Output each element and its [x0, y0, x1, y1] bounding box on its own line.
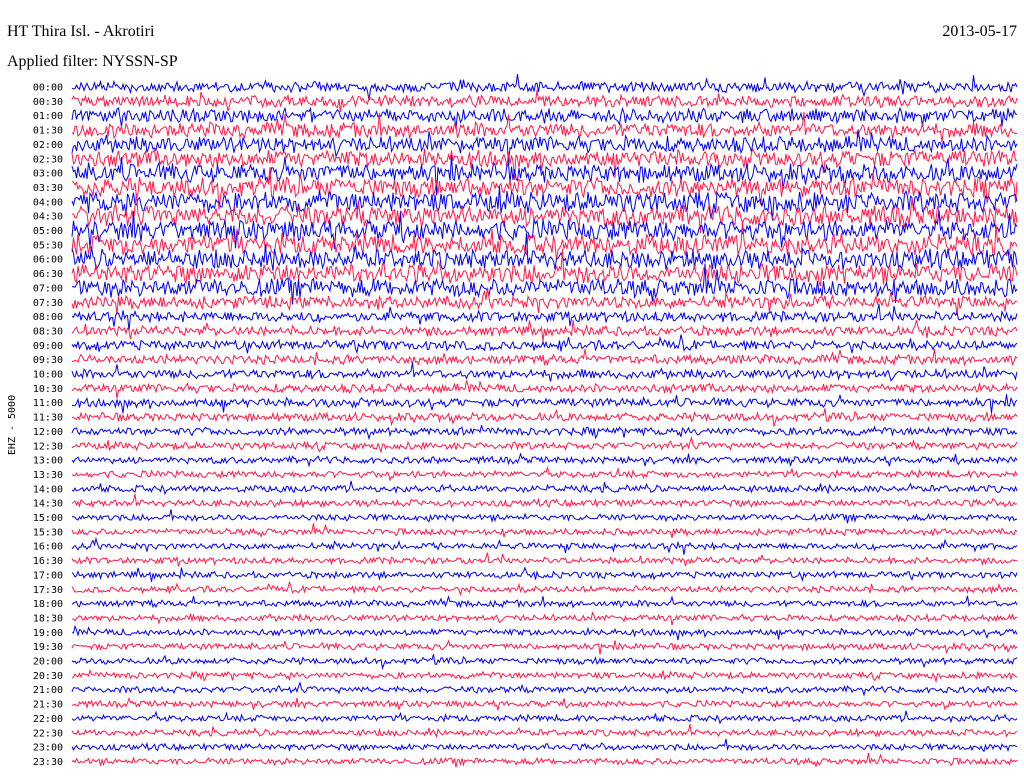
- trace-line: [71, 394, 1018, 414]
- time-tick-label: 15:00: [33, 513, 63, 524]
- trace-line: [71, 319, 1018, 342]
- time-tick-labels: 00:00 00:30 01:00 01:30 02:00 02:30 03:00 03:30…: [33, 83, 63, 768]
- time-tick-label: 19:30: [33, 642, 63, 653]
- time-tick-label: 05:00: [33, 226, 63, 237]
- trace-line: [71, 595, 1018, 609]
- filter-label: Applied filter: NYSSN-SP: [7, 53, 178, 70]
- time-tick-label: 04:30: [33, 212, 63, 223]
- time-tick-label: 00:30: [33, 97, 63, 108]
- trace-line: [71, 408, 1018, 427]
- time-tick-label: 16:30: [33, 556, 63, 567]
- time-tick-label: 01:00: [33, 111, 63, 122]
- trace-line: [71, 380, 1018, 399]
- time-tick-label: 23:00: [33, 743, 63, 754]
- time-tick-label: 18:30: [33, 613, 63, 624]
- time-tick-label: 02:00: [33, 140, 63, 151]
- trace-line: [71, 580, 1018, 597]
- time-tick-label: 06:30: [33, 269, 63, 280]
- time-tick-label: 22:00: [33, 714, 63, 725]
- time-tick-label: 17:30: [33, 585, 63, 596]
- time-tick-label: 11:00: [33, 398, 63, 409]
- time-tick-label: 09:00: [33, 341, 63, 352]
- trace-line: [71, 509, 1018, 524]
- trace-line: [71, 106, 1018, 130]
- trace-line: [71, 480, 1018, 496]
- trace-line: [71, 696, 1018, 712]
- time-tick-label: 20:00: [33, 657, 63, 668]
- station-title: HT Thira Isl. - Akrotiri: [7, 23, 155, 40]
- time-tick-label: 08:30: [33, 326, 63, 337]
- time-tick-label: 07:30: [33, 298, 63, 309]
- record-date: 2013-05-17: [942, 23, 1017, 40]
- time-tick-label: 11:30: [33, 413, 63, 424]
- time-tick-label: 08:00: [33, 312, 63, 323]
- trace-line: [71, 435, 1018, 453]
- time-tick-label: 00:00: [33, 83, 63, 94]
- trace-line: [71, 523, 1018, 539]
- time-tick-label: 12:30: [33, 441, 63, 452]
- time-tick-label: 06:00: [33, 255, 63, 266]
- time-tick-label: 22:30: [33, 728, 63, 739]
- time-tick-label: 13:30: [33, 470, 63, 481]
- time-tick-label: 10:00: [33, 370, 63, 381]
- trace-line: [71, 493, 1018, 509]
- time-tick-label: 02:30: [33, 154, 63, 165]
- trace-line: [71, 681, 1018, 697]
- time-tick-label: 14:00: [33, 484, 63, 495]
- time-tick-label: 01:30: [33, 126, 63, 137]
- trace-line: [71, 287, 1018, 316]
- y-axis-label: EHZ - 5000: [7, 395, 18, 455]
- trace-line: [71, 536, 1018, 555]
- time-tick-label: 14:30: [33, 499, 63, 510]
- time-tick-label: 10:30: [33, 384, 63, 395]
- trace-line: [71, 89, 1018, 113]
- trace-line: [71, 668, 1018, 684]
- trace-line: [71, 425, 1018, 441]
- trace-line: [71, 639, 1018, 655]
- helicorder-plot: 00:00 00:30 01:00 01:30 02:00 02:30 03:00 03:30…: [0, 0, 1024, 768]
- time-tick-label: 17:00: [33, 570, 63, 581]
- trace-line: [71, 752, 1018, 768]
- trace-line: [71, 334, 1018, 355]
- time-tick-label: 04:00: [33, 197, 63, 208]
- trace-line: [71, 233, 1018, 271]
- time-tick-label: 20:30: [33, 671, 63, 682]
- time-tick-label: 15:30: [33, 527, 63, 538]
- trace-line: [71, 465, 1018, 482]
- trace-line: [71, 738, 1018, 753]
- time-tick-label: 09:30: [33, 355, 63, 366]
- seismic-traces: [71, 74, 1018, 768]
- trace-line: [71, 452, 1018, 468]
- time-tick-label: 21:30: [33, 700, 63, 711]
- time-tick-label: 07:00: [33, 283, 63, 294]
- time-tick-label: 18:00: [33, 599, 63, 610]
- time-tick-label: 13:00: [33, 456, 63, 467]
- trace-line: [71, 710, 1018, 725]
- time-tick-label: 23:30: [33, 757, 63, 768]
- time-tick-label: 16:00: [33, 542, 63, 553]
- trace-line: [71, 566, 1018, 582]
- trace-line: [71, 348, 1018, 367]
- time-tick-label: 05:30: [33, 240, 63, 251]
- time-tick-label: 19:00: [33, 628, 63, 639]
- trace-line: [71, 303, 1018, 331]
- trace-line: [71, 654, 1018, 671]
- time-tick-label: 03:00: [33, 169, 63, 180]
- time-tick-label: 03:30: [33, 183, 63, 194]
- trace-line: [71, 147, 1017, 180]
- trace-line: [71, 552, 1018, 567]
- time-tick-label: 12:00: [33, 427, 63, 438]
- trace-line: [71, 611, 1018, 626]
- trace-line: [71, 723, 1018, 739]
- time-tick-label: 21:00: [33, 685, 63, 696]
- trace-line: [72, 624, 1018, 641]
